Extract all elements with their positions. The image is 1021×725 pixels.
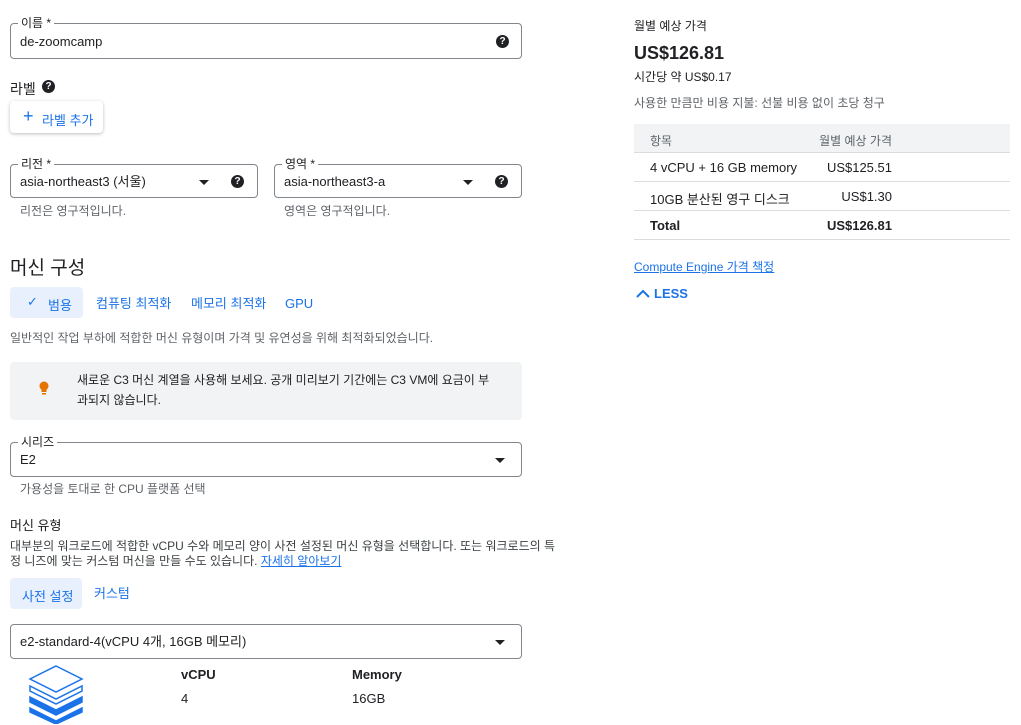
lightbulb-icon (39, 381, 49, 395)
vcpu-label: vCPU (181, 667, 216, 682)
machine-config-description: 일반적인 작업 부하에 적합한 머신 유형이며 가격 및 유연성을 위해 최적화… (10, 331, 434, 345)
chevron-down-icon (495, 458, 505, 463)
row-item: 4 vCPU + 16 GB memory (650, 160, 798, 175)
tab-memory-optimized[interactable]: 메모리 최적화 (191, 296, 266, 312)
machine-type-value: e2-standard-4(vCPU 4개, 16GB 메모리) (20, 634, 247, 649)
labels-title: 라벨 (10, 81, 36, 97)
learn-more-link[interactable]: 자세히 알아보기 (261, 554, 342, 568)
region-hint: 리전은 영구적입니다. (20, 204, 127, 218)
machine-type-desc-1: 대부분의 워크로드에 적합한 vCPU 수와 메모리 양이 사전 설정된 머신 … (10, 539, 556, 553)
memory-label: Memory (352, 667, 402, 682)
tab-label: 사전 설정 (22, 589, 74, 604)
series-label: 시리즈 (18, 434, 58, 450)
name-field-value: de-zoomcamp (20, 34, 103, 49)
tab-custom[interactable]: 커스텀 (94, 586, 130, 602)
table-row-total: Total US$126.81 (634, 211, 1010, 240)
chevron-down-icon (463, 180, 473, 185)
add-label-text: 라벨 추가 (42, 113, 94, 128)
series-select[interactable]: 시리즈 E2 (10, 434, 522, 477)
region-value: asia-northeast3 (서울) (20, 174, 146, 189)
machine-stack-icon (28, 665, 84, 724)
row-price: US$125.51 (826, 160, 892, 175)
less-label: LESS (654, 286, 688, 301)
region-select[interactable]: 리전 * asia-northeast3 (서울) ? (10, 156, 258, 198)
tab-gpu[interactable]: GPU (285, 296, 313, 312)
help-icon[interactable]: ? (231, 175, 244, 188)
vcpu-value: 4 (181, 691, 189, 706)
compute-engine-pricing-link[interactable]: Compute Engine 가격 책정 (634, 258, 774, 275)
hourly-price: 시간당 약 US$0.17 (634, 70, 732, 84)
series-hint: 가용성을 토대로 한 CPU 플랫폼 선택 (20, 482, 206, 496)
machine-type-title: 머신 유형 (10, 518, 62, 533)
machine-config-title: 머신 구성 (10, 258, 86, 279)
zone-hint: 영역은 영구적입니다. (284, 204, 391, 218)
memory-value: 16GB (352, 691, 386, 706)
chevron-down-icon (199, 180, 209, 185)
region-label: 리전 * (18, 156, 55, 172)
row-item: Total (650, 218, 681, 233)
table-row: 10GB 분산된 영구 디스크 US$1.30 (634, 182, 1010, 211)
notice-line-2: 과되지 않습니다. (77, 393, 161, 407)
plus-icon: + (23, 106, 34, 126)
table-row: 4 vCPU + 16 GB memory US$125.51 (634, 153, 1010, 182)
chevron-down-icon (495, 640, 505, 645)
zone-value: asia-northeast3-a (284, 174, 386, 189)
machine-type-desc-2-row: 정 니즈에 맞는 커스텀 머신을 만들 수도 있습니다. 자세히 알아보기 (10, 554, 341, 568)
series-value: E2 (20, 452, 36, 467)
tab-preset[interactable]: 사전 설정 (10, 578, 82, 609)
header-item: 항목 (650, 134, 673, 148)
monthly-price: US$126.81 (634, 43, 725, 63)
tab-compute-optimized[interactable]: 컴퓨팅 최적화 (96, 296, 171, 312)
pricing-note: 사용한 만큼만 비용 지불: 선불 비용 없이 초당 청구 (634, 96, 885, 110)
pricing-title: 월별 예상 가격 (634, 19, 707, 33)
machine-type-desc-2: 정 니즈에 맞는 커스텀 머신을 만들 수도 있습니다. (10, 554, 258, 568)
labels-help-icon[interactable]: ? (42, 80, 55, 93)
add-label-button[interactable]: + 라벨 추가 (10, 101, 103, 133)
machine-type-select[interactable]: e2-standard-4(vCPU 4개, 16GB 메모리) (10, 624, 522, 659)
c3-notice: 새로운 C3 머신 계열을 사용해 보세요. 공개 미리보기 기간에는 C3 V… (10, 362, 522, 420)
zone-select[interactable]: 영역 * asia-northeast3-a ? (274, 156, 522, 198)
chevron-up-icon (636, 289, 650, 298)
notice-line-1: 새로운 C3 머신 계열을 사용해 보세요. 공개 미리보기 기간에는 C3 V… (77, 373, 490, 387)
pricing-table-header: 항목 월별 예상 가격 (634, 124, 1010, 153)
tab-label: 범용 (48, 298, 72, 313)
check-icon: ✓ (27, 294, 38, 309)
tab-general-purpose[interactable]: ✓ 범용 (10, 287, 83, 318)
help-icon[interactable]: ? (496, 35, 509, 48)
name-field[interactable]: 이름 * de-zoomcamp ? (10, 15, 522, 59)
zone-label: 영역 * (282, 156, 319, 172)
row-price: US$1.30 (841, 189, 892, 204)
name-field-label: 이름 * (18, 15, 55, 31)
row-price: US$126.81 (826, 218, 892, 233)
header-price: 월별 예상 가격 (819, 134, 892, 148)
help-icon[interactable]: ? (495, 175, 508, 188)
row-item: 10GB 분산된 영구 디스크 (650, 192, 790, 207)
